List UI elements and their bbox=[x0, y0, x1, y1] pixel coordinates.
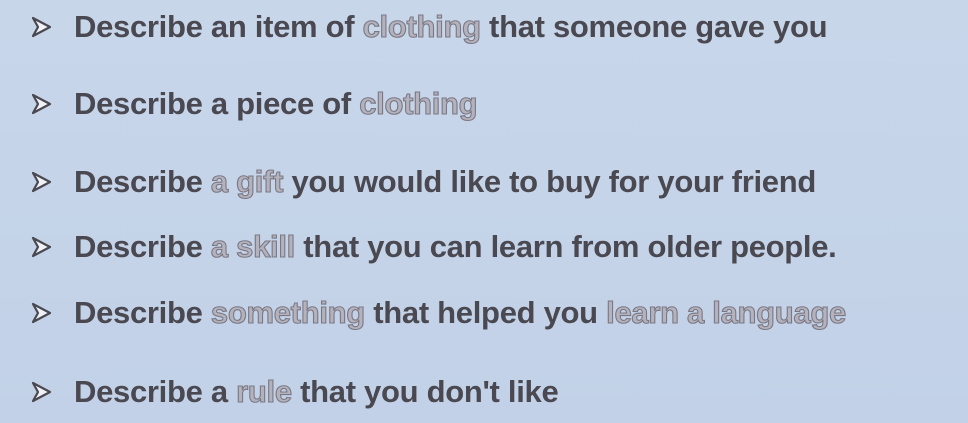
bullet-item: Describe something that helped you learn… bbox=[28, 291, 847, 335]
keyword-highlight: rule bbox=[236, 373, 293, 409]
bullet-text: Describe a gift you would like to buy fo… bbox=[74, 163, 816, 200]
bullet-text: Describe something that helped you learn… bbox=[74, 294, 847, 331]
keyword-highlight: clothing bbox=[359, 85, 479, 121]
bullet-text-segment: Describe bbox=[74, 295, 211, 330]
bullet-text-segment: that helped you bbox=[364, 295, 607, 330]
arrow-right-outline-icon bbox=[31, 171, 52, 193]
bullet-text-segment: that someone gave you bbox=[480, 9, 828, 44]
bullet-item: Describe an item of clothing that someon… bbox=[28, 5, 828, 49]
keyword-highlight: something bbox=[210, 294, 365, 330]
arrow-right-outline-icon bbox=[31, 302, 52, 324]
bullet-text-segment: that you don't like bbox=[291, 374, 559, 409]
keyword-highlight: a gift bbox=[210, 163, 284, 199]
bullet-item: Describe a rule that you don't like bbox=[28, 370, 559, 414]
bullet-text-segment: Describe bbox=[74, 164, 211, 199]
bullet-text-segment: Describe a bbox=[74, 374, 237, 409]
bullet-item: Describe a piece of clothing bbox=[28, 82, 479, 126]
arrow-right-outline-icon bbox=[31, 93, 52, 115]
bullet-item: Describe a gift you would like to buy fo… bbox=[28, 160, 816, 204]
keyword-highlight: a skill bbox=[210, 228, 295, 264]
bullet-text: Describe a skill that you can learn from… bbox=[74, 228, 837, 265]
arrow-right-outline-icon bbox=[31, 16, 52, 38]
bullet-text-segment: you would like to buy for your friend bbox=[283, 164, 816, 199]
bullet-text-segment: that you can learn from older people. bbox=[294, 229, 837, 264]
keyword-highlight: learn a language bbox=[606, 294, 847, 330]
arrow-right-outline-icon bbox=[31, 381, 52, 403]
bullet-text-segment: Describe a piece of bbox=[74, 86, 360, 121]
bullet-text-segment: Describe an item of bbox=[74, 9, 363, 44]
keyword-highlight: clothing bbox=[362, 8, 482, 44]
slide: Describe an item of clothing that someon… bbox=[0, 0, 968, 423]
bullet-item: Describe a skill that you can learn from… bbox=[28, 225, 837, 269]
bullet-text: Describe an item of clothing that someon… bbox=[74, 8, 828, 45]
bullet-text: Describe a rule that you don't like bbox=[74, 373, 559, 410]
bullet-text-segment: Describe bbox=[74, 229, 211, 264]
arrow-right-outline-icon bbox=[31, 236, 52, 258]
bullet-text: Describe a piece of clothing bbox=[74, 85, 479, 122]
